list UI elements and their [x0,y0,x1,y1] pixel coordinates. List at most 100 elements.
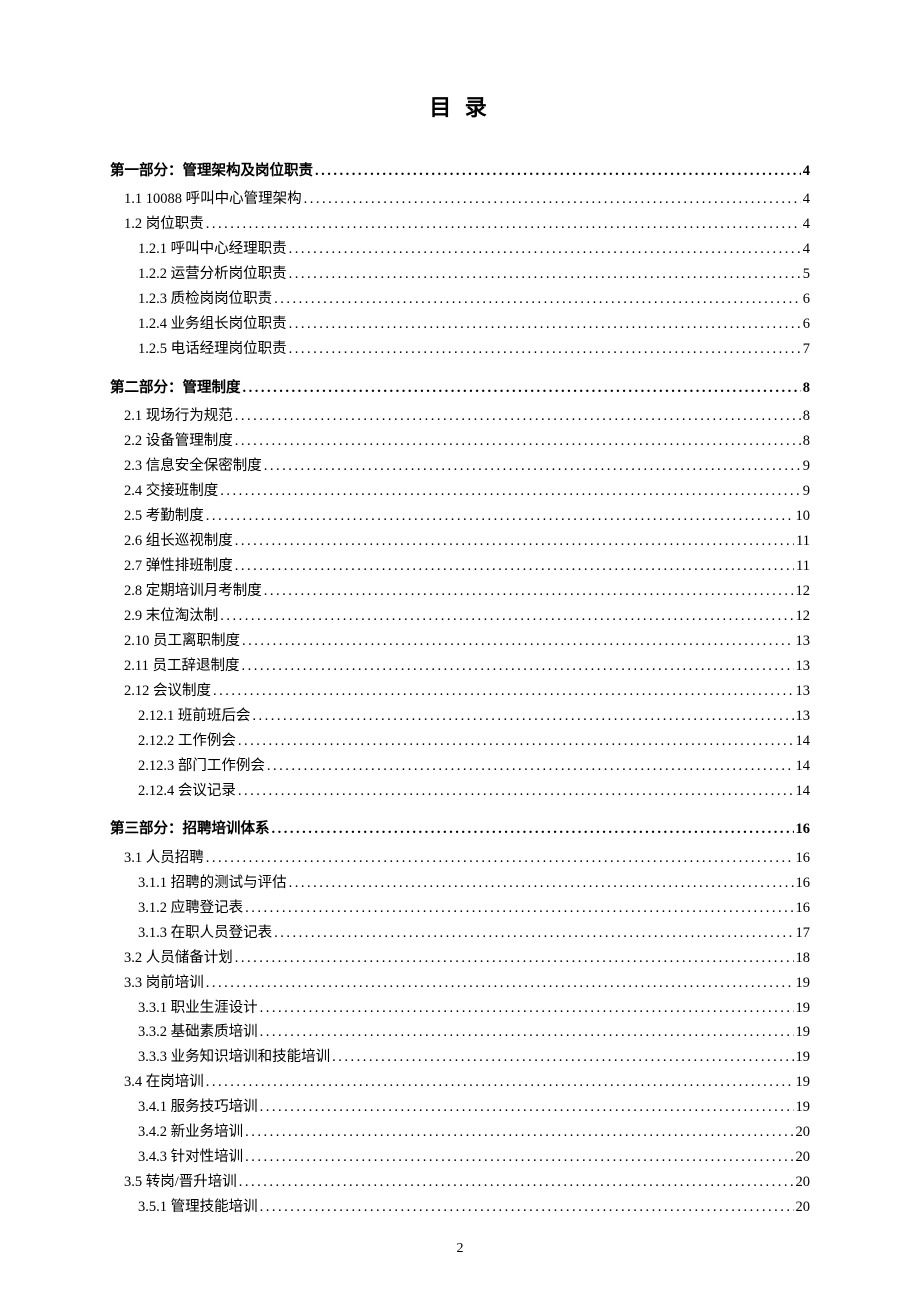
toc-leader-dots [274,922,793,944]
toc-entry-label: 3.4.3 针对性培训 [138,1146,243,1168]
toc-leader-dots [235,947,794,969]
toc-entry-page: 8 [803,377,810,399]
toc-leader-dots [245,1121,793,1143]
toc-leader-dots [206,1071,794,1093]
toc-entry-label: 1.2.1 呼叫中心经理职责 [138,238,287,260]
toc-entry: 2.12.3 部门工作例会14 [138,755,810,777]
toc-leader-dots [264,455,801,477]
toc-entry-label: 3.4.2 新业务培训 [138,1121,243,1143]
toc-entry-label: 2.11 员工辞退制度 [124,655,239,677]
toc-entry-page: 19 [796,1021,811,1043]
toc-entry-page: 16 [796,872,811,894]
toc-entry: 3.4.1 服务技巧培训19 [138,1096,810,1118]
toc-entry-label: 2.8 定期培训月考制度 [124,580,262,602]
toc-leader-dots [206,213,801,235]
toc-entry: 3.3.2 基础素质培训 19 [138,1021,810,1043]
toc-entry: 3.5 转岗/晋升培训20 [124,1171,810,1193]
toc-entry-page: 16 [796,897,811,919]
toc-entry-label: 1.2.2 运营分析岗位职责 [138,263,287,285]
toc-entry-page: 16 [796,818,811,840]
toc-entry-page: 13 [796,680,811,702]
toc-entry-page: 11 [796,530,810,552]
toc-leader-dots [304,188,801,210]
toc-entry: 3.3.1 职业生涯设计19 [138,997,810,1019]
toc-entry: 3.1.3 在职人员登记表 17 [138,922,810,944]
toc-entry: 2.12 会议制度 13 [124,680,810,702]
toc-entry-label: 2.3 信息安全保密制度 [124,455,262,477]
toc-entry-page: 17 [796,922,811,944]
toc-entry-page: 8 [803,405,810,427]
toc-entry-label: 3.5.1 管理技能培训 [138,1196,258,1218]
toc-entry: 2.12.2 工作例会14 [138,730,810,752]
toc-entry-label: 2.10 员工离职制度 [124,630,240,652]
toc-leader-dots [238,780,794,802]
toc-entry-page: 9 [803,480,810,502]
toc-leader-dots [289,313,801,335]
toc-entry-page: 13 [796,705,811,727]
toc-entry-label: 2.12 会议制度 [124,680,211,702]
toc-leader-dots [260,997,794,1019]
toc-leader-dots [289,872,794,894]
toc-entry-label: 3.1.3 在职人员登记表 [138,922,272,944]
toc-entry-label: 2.7 弹性排班制度 [124,555,233,577]
toc-entry-page: 13 [796,655,811,677]
toc-entry: 2.5 考勤制度 10 [124,505,810,527]
toc-entry: 2.6 组长巡视制度 11 [124,530,810,552]
toc-entry-page: 12 [796,605,811,627]
toc-entry-page: 19 [796,972,811,994]
toc-entry-page: 19 [796,1071,811,1093]
toc-entry-label: 2.6 组长巡视制度 [124,530,233,552]
toc-entry-label: 1.2.3 质检岗岗位职责 [138,288,272,310]
toc-entry: 3.2 人员储备计划18 [124,947,810,969]
toc-entry: 2.10 员工离职制度13 [124,630,810,652]
toc-leader-dots [239,1171,794,1193]
toc-leader-dots [235,430,801,452]
toc-entry-label: 3.2 人员储备计划 [124,947,233,969]
toc-entry-label: 2.2 设备管理制度 [124,430,233,452]
toc-leader-dots [245,1146,793,1168]
toc-entry: 2.9 末位淘汰制 12 [124,605,810,627]
toc-entry-label: 3.3.2 基础素质培训 [138,1021,258,1043]
toc-entry-page: 4 [803,160,810,182]
toc-entry-page: 9 [803,455,810,477]
toc-entry: 第一部分：管理架构及岗位职责4 [110,160,810,182]
toc-entry-label: 3.4 在岗培训 [124,1071,204,1093]
toc-leader-dots [260,1021,794,1043]
toc-entry-page: 5 [803,263,810,285]
toc-entry: 2.8 定期培训月考制度12 [124,580,810,602]
page-number: 2 [0,1241,920,1257]
toc-leader-dots [289,338,801,360]
toc-entry-label: 3.3.1 职业生涯设计 [138,997,258,1019]
toc-entry: 1.2.3 质检岗岗位职责6 [138,288,810,310]
toc-leader-dots [206,972,794,994]
toc-leader-dots [315,160,801,182]
toc-entry-page: 8 [803,430,810,452]
toc-entry: 1.2.4 业务组长岗位职责 6 [138,313,810,335]
toc-leader-dots [206,505,794,527]
toc-entry-label: 2.5 考勤制度 [124,505,204,527]
toc-entry-label: 1.2.4 业务组长岗位职责 [138,313,287,335]
toc-entry-page: 10 [796,505,811,527]
toc-entry-page: 4 [803,188,810,210]
toc-leader-dots [267,755,794,777]
toc-leader-dots [245,897,793,919]
toc-title: 目 录 [110,90,810,122]
toc-entry: 3.1.2 应聘登记表 16 [138,897,810,919]
toc-entry: 3.1 人员招聘16 [124,847,810,869]
toc-entry-page: 6 [803,313,810,335]
toc-entry-label: 1.2 岗位职责 [124,213,204,235]
toc-entry-page: 14 [796,730,811,752]
toc-entry-label: 3.1.2 应聘登记表 [138,897,243,919]
toc-entry-page: 4 [803,213,810,235]
toc-entry-label: 3.1 人员招聘 [124,847,204,869]
toc-entry-page: 20 [796,1196,811,1218]
toc-entry-page: 19 [796,1096,811,1118]
toc-entry: 1.2.2 运营分析岗位职责 5 [138,263,810,285]
toc-entry-label: 2.1 现场行为规范 [124,405,233,427]
toc-entry: 2.11 员工辞退制度 13 [124,655,810,677]
toc-entry: 1.2.5 电话经理岗位职责7 [138,338,810,360]
toc-leader-dots [264,580,794,602]
toc-entry-label: 2.9 末位淘汰制 [124,605,218,627]
toc-entry-label: 3.5 转岗/晋升培训 [124,1171,237,1193]
toc-leader-dots [241,655,793,677]
